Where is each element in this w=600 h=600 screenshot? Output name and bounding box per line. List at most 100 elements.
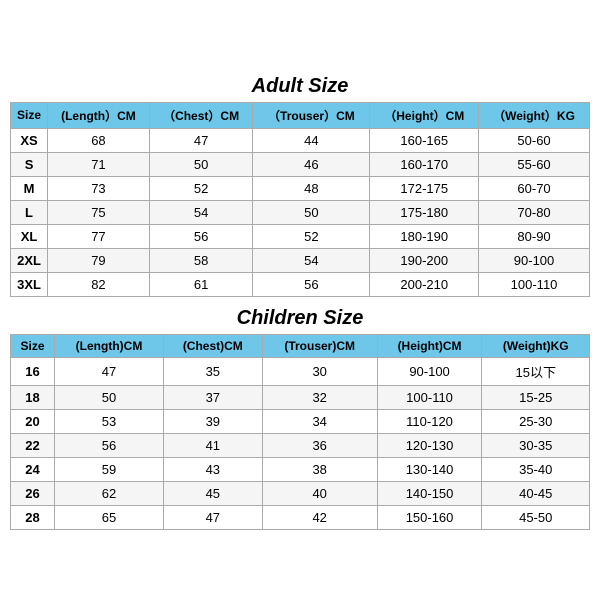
table-cell: 70-80 — [479, 200, 590, 224]
children-col-header: (Weight)KG — [482, 334, 590, 357]
table-cell: 47 — [55, 357, 164, 385]
children-col-header: (Height)CM — [377, 334, 482, 357]
table-cell: 40-45 — [482, 481, 590, 505]
table-cell: 40 — [262, 481, 377, 505]
table-cell: 55-60 — [479, 152, 590, 176]
children-section-title: Children Size — [10, 301, 590, 334]
size-chart: Adult Size Size(Length）CM（Chest）CM（Trous… — [10, 69, 590, 532]
adult-col-header: （Trouser）CM — [253, 102, 370, 128]
table-row: 1647353090-10015以下 — [11, 357, 590, 385]
children-table-body: 1647353090-10015以下18503732100-11015-2520… — [11, 357, 590, 529]
adult-table-body: XS684744160-16550-60S715046160-17055-60M… — [11, 128, 590, 296]
table-cell: 190-200 — [370, 248, 479, 272]
table-cell: 35 — [163, 357, 262, 385]
table-cell: 90-100 — [479, 248, 590, 272]
table-cell: 56 — [253, 272, 370, 296]
adult-col-header: （Chest）CM — [149, 102, 253, 128]
table-row: 22564136120-13030-35 — [11, 433, 590, 457]
table-cell: 35-40 — [482, 457, 590, 481]
table-row: 24594338130-14035-40 — [11, 457, 590, 481]
table-cell: 39 — [163, 409, 262, 433]
table-cell: 175-180 — [370, 200, 479, 224]
table-row: M735248172-17560-70 — [11, 176, 590, 200]
table-row: 2XL795854190-20090-100 — [11, 248, 590, 272]
table-cell: 77 — [48, 224, 150, 248]
table-cell: 79 — [48, 248, 150, 272]
table-cell: 150-160 — [377, 505, 482, 529]
table-cell: 71 — [48, 152, 150, 176]
adult-col-header: Size — [11, 102, 48, 128]
table-cell: 68 — [48, 128, 150, 152]
table-cell: 56 — [149, 224, 253, 248]
children-col-header: (Trouser)CM — [262, 334, 377, 357]
table-cell: 90-100 — [377, 357, 482, 385]
adult-header-row: Size(Length）CM（Chest）CM（Trouser）CM（Heigh… — [11, 102, 590, 128]
table-cell: 50 — [149, 152, 253, 176]
table-cell: S — [11, 152, 48, 176]
table-cell: 30-35 — [482, 433, 590, 457]
table-cell: 20 — [11, 409, 55, 433]
table-cell: 54 — [149, 200, 253, 224]
table-cell: 38 — [262, 457, 377, 481]
table-cell: 42 — [262, 505, 377, 529]
table-cell: 37 — [163, 385, 262, 409]
table-cell: 15-25 — [482, 385, 590, 409]
table-cell: 82 — [48, 272, 150, 296]
table-row: XS684744160-16550-60 — [11, 128, 590, 152]
table-cell: 54 — [253, 248, 370, 272]
table-row: 26624540140-15040-45 — [11, 481, 590, 505]
table-cell: XL — [11, 224, 48, 248]
table-cell: L — [11, 200, 48, 224]
table-row: 20533934110-12025-30 — [11, 409, 590, 433]
table-cell: M — [11, 176, 48, 200]
table-cell: 16 — [11, 357, 55, 385]
children-col-header: (Chest)CM — [163, 334, 262, 357]
table-cell: 62 — [55, 481, 164, 505]
children-size-table: Size(Length)CM(Chest)CM(Trouser)CM(Heigh… — [10, 334, 590, 530]
adult-col-header: （Weight）KG — [479, 102, 590, 128]
table-cell: 43 — [163, 457, 262, 481]
table-cell: 26 — [11, 481, 55, 505]
table-cell: 47 — [163, 505, 262, 529]
table-cell: 30 — [262, 357, 377, 385]
table-row: 18503732100-11015-25 — [11, 385, 590, 409]
table-cell: 110-120 — [377, 409, 482, 433]
table-cell: 65 — [55, 505, 164, 529]
table-cell: 80-90 — [479, 224, 590, 248]
table-cell: 50 — [55, 385, 164, 409]
table-cell: 59 — [55, 457, 164, 481]
table-cell: 41 — [163, 433, 262, 457]
table-row: 28654742150-16045-50 — [11, 505, 590, 529]
table-cell: 44 — [253, 128, 370, 152]
adult-section-title: Adult Size — [10, 69, 590, 102]
table-cell: 45-50 — [482, 505, 590, 529]
table-cell: 34 — [262, 409, 377, 433]
table-cell: 32 — [262, 385, 377, 409]
table-cell: 140-150 — [377, 481, 482, 505]
adult-col-header: (Length）CM — [48, 102, 150, 128]
table-row: 3XL826156200-210100-110 — [11, 272, 590, 296]
table-cell: 100-110 — [479, 272, 590, 296]
table-cell: 130-140 — [377, 457, 482, 481]
table-cell: 52 — [149, 176, 253, 200]
table-cell: 75 — [48, 200, 150, 224]
table-cell: 53 — [55, 409, 164, 433]
table-cell: 160-165 — [370, 128, 479, 152]
table-cell: 25-30 — [482, 409, 590, 433]
table-cell: 48 — [253, 176, 370, 200]
table-cell: 100-110 — [377, 385, 482, 409]
table-cell: 15以下 — [482, 357, 590, 385]
table-cell: 46 — [253, 152, 370, 176]
table-cell: 58 — [149, 248, 253, 272]
table-cell: 61 — [149, 272, 253, 296]
table-cell: 45 — [163, 481, 262, 505]
table-cell: 160-170 — [370, 152, 479, 176]
table-cell: 2XL — [11, 248, 48, 272]
table-cell: 24 — [11, 457, 55, 481]
table-cell: 56 — [55, 433, 164, 457]
table-cell: 50 — [253, 200, 370, 224]
children-col-header: (Length)CM — [55, 334, 164, 357]
table-cell: 52 — [253, 224, 370, 248]
table-cell: 172-175 — [370, 176, 479, 200]
table-cell: 18 — [11, 385, 55, 409]
